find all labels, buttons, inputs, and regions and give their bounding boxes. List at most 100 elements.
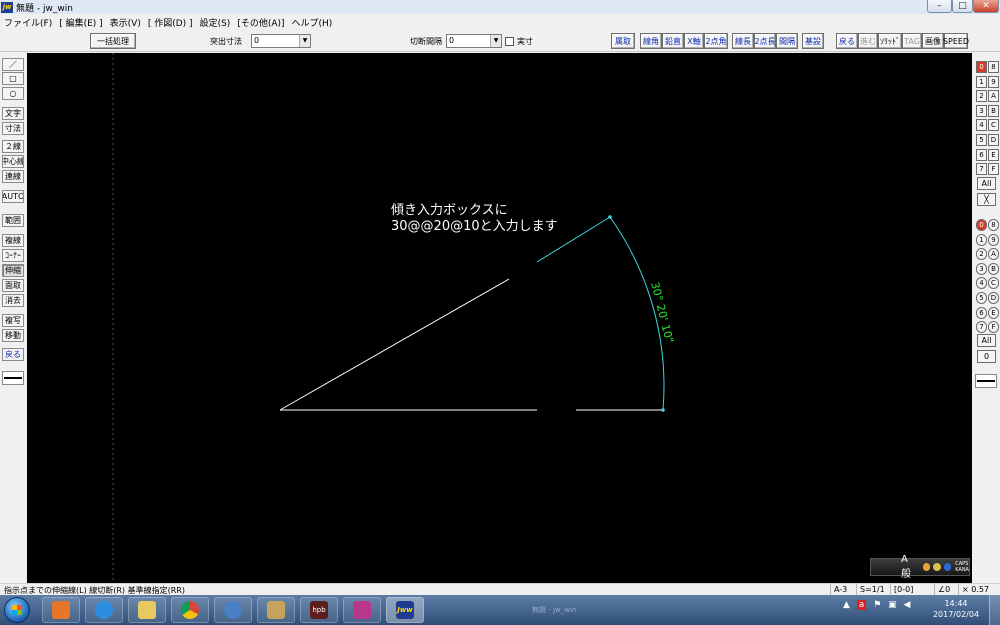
layer-group-zero-button[interactable]: 0: [977, 350, 996, 363]
layer-group-button-3[interactable]: 3: [976, 262, 987, 275]
right-line-sample[interactable]: [975, 374, 997, 388]
tool-auto[interactable]: AUTO: [2, 190, 24, 203]
undo-button[interactable]: 戻る: [836, 33, 858, 49]
layer-button-5[interactable]: 5: [976, 134, 987, 146]
status-zoom[interactable]: × 0.57: [958, 584, 989, 595]
tool-dimension[interactable]: 寸法: [2, 122, 24, 135]
tool-move[interactable]: 移動: [2, 329, 24, 342]
status-layer[interactable]: [0-0]: [890, 584, 913, 595]
taskbar-game[interactable]: [343, 597, 381, 623]
taskbar-hpb[interactable]: hpb: [300, 597, 338, 623]
layer-button-2[interactable]: 2: [976, 90, 987, 103]
batch-process-button[interactable]: 一括処理: [90, 33, 136, 49]
status-angle[interactable]: ∠0: [934, 584, 950, 595]
layer-button-b[interactable]: B: [988, 104, 999, 117]
tool-text[interactable]: 文字: [2, 107, 24, 120]
ime-language-bar[interactable]: A 般 CAPS KANA: [870, 554, 970, 580]
mode-attr-pick-button[interactable]: 属取: [611, 33, 635, 49]
status-paper-size[interactable]: A-3: [830, 584, 847, 595]
image-button[interactable]: 画像: [922, 33, 944, 49]
mode-line-angle-button[interactable]: 線角: [640, 33, 662, 49]
mode-vertical-button[interactable]: 鉛直: [662, 33, 684, 49]
menu-other[interactable]: [その他(A)]: [233, 16, 287, 29]
menu-help[interactable]: ヘルプ(H): [288, 16, 336, 29]
ime-mode-text[interactable]: A 般: [901, 554, 920, 580]
ime-help-icon[interactable]: [943, 563, 952, 571]
tray-antivirus-icon[interactable]: a: [856, 600, 867, 610]
layer-button-1[interactable]: 1: [976, 75, 987, 88]
chevron-down-icon[interactable]: ▼: [299, 35, 310, 47]
menu-file[interactable]: ファイル(F): [0, 16, 55, 29]
taskbar-internet-explorer[interactable]: [85, 597, 123, 623]
layer-button-a[interactable]: A: [988, 90, 999, 103]
ime-pad-icon[interactable]: [922, 563, 931, 571]
menu-view[interactable]: 表示(V): [106, 16, 144, 29]
layer-group-button-a[interactable]: A: [988, 248, 999, 261]
layer-cross-button[interactable]: ╳: [977, 193, 996, 206]
layer-button-6[interactable]: 6: [976, 148, 987, 161]
layer-button-d[interactable]: D: [988, 134, 999, 146]
ime-dict-icon[interactable]: [933, 563, 941, 571]
tool-chamfer[interactable]: 面取: [2, 279, 24, 292]
tool-corner[interactable]: ｺｰﾅｰ: [2, 249, 24, 262]
tool-copy[interactable]: 複写: [2, 314, 24, 327]
tool-center-line[interactable]: 中心線: [2, 155, 24, 168]
tool-circle[interactable]: ○: [2, 87, 24, 100]
layer-button-e[interactable]: E: [988, 148, 999, 161]
layer-button-7[interactable]: 7: [976, 163, 987, 176]
mode-interval-button[interactable]: 間隔: [776, 33, 798, 49]
tool-undo[interactable]: 戻る: [2, 348, 24, 361]
layer-group-button-1[interactable]: 1: [976, 233, 987, 246]
layer-button-8[interactable]: 8: [988, 61, 999, 73]
layer-group-all-button[interactable]: All: [977, 334, 996, 347]
layer-button-9[interactable]: 9: [988, 75, 999, 88]
taskbar-chrome[interactable]: [171, 597, 209, 623]
layer-group-button-0[interactable]: 0: [976, 219, 987, 231]
solid-button[interactable]: ｿﾘｯﾄﾞ: [878, 33, 902, 49]
tray-flag-icon[interactable]: ⚑: [873, 600, 881, 610]
layer-button-3[interactable]: 3: [976, 104, 987, 117]
layer-button-4[interactable]: 4: [976, 119, 987, 132]
mode-2pt-angle-button[interactable]: 2点角: [704, 33, 728, 49]
layer-group-button-8[interactable]: 8: [988, 219, 999, 231]
mode-base-set-button[interactable]: 基設: [802, 33, 824, 49]
line-type-sample[interactable]: [2, 371, 24, 385]
menu-draw[interactable]: [ 作図(D) ]: [144, 16, 196, 29]
layer-group-button-e[interactable]: E: [988, 306, 999, 319]
maximize-button[interactable]: □: [952, 0, 973, 13]
layer-group-button-7[interactable]: 7: [976, 321, 987, 334]
chevron-down-icon[interactable]: ▼: [490, 35, 501, 47]
mode-line-length-button[interactable]: 線長: [732, 33, 754, 49]
tray-volume-icon[interactable]: ◀: [904, 600, 911, 610]
layer-all-button[interactable]: All: [977, 177, 996, 190]
layer-button-0[interactable]: 0: [976, 61, 987, 73]
mode-x-axis-button[interactable]: X軸: [684, 33, 704, 49]
layer-group-button-9[interactable]: 9: [988, 233, 999, 246]
start-button[interactable]: [4, 597, 30, 623]
actual-size-checkbox[interactable]: [505, 37, 514, 46]
tool-stretch[interactable]: 伸縮: [2, 264, 24, 277]
cut-gap-combo[interactable]: 0 ▼: [446, 34, 502, 48]
close-button[interactable]: ✕: [973, 0, 999, 13]
tool-continuous-line[interactable]: 連線: [2, 170, 24, 183]
speed-button[interactable]: SPEED: [943, 33, 969, 49]
jw-app-icon[interactable]: jw: [1, 1, 13, 13]
tray-network-icon[interactable]: ▣: [888, 600, 897, 610]
layer-group-button-5[interactable]: 5: [976, 292, 987, 304]
layer-group-button-f[interactable]: F: [988, 321, 999, 334]
tool-range[interactable]: 範囲: [2, 214, 24, 227]
taskbar-jw-cad[interactable]: Jww: [386, 597, 424, 623]
taskbar-paint[interactable]: [257, 597, 295, 623]
tool-rectangle[interactable]: □: [2, 72, 24, 85]
tool-offset[interactable]: 複線: [2, 234, 24, 247]
drawing-canvas[interactable]: 30° 20' 10" 傾き入力ボックスに 30@@20@10と入力します A …: [27, 53, 972, 583]
layer-button-c[interactable]: C: [988, 119, 999, 132]
layer-group-button-d[interactable]: D: [988, 292, 999, 304]
tray-up-arrow-icon[interactable]: ▲: [843, 600, 850, 610]
protrude-combo[interactable]: 0 ▼: [251, 34, 311, 48]
tool-erase[interactable]: 消去: [2, 294, 24, 307]
minimize-button[interactable]: –: [927, 0, 952, 13]
taskbar-clock[interactable]: 14:44 2017/02/04: [930, 598, 982, 620]
mode-2pt-length-button[interactable]: 2点長: [754, 33, 776, 49]
layer-group-button-6[interactable]: 6: [976, 306, 987, 319]
